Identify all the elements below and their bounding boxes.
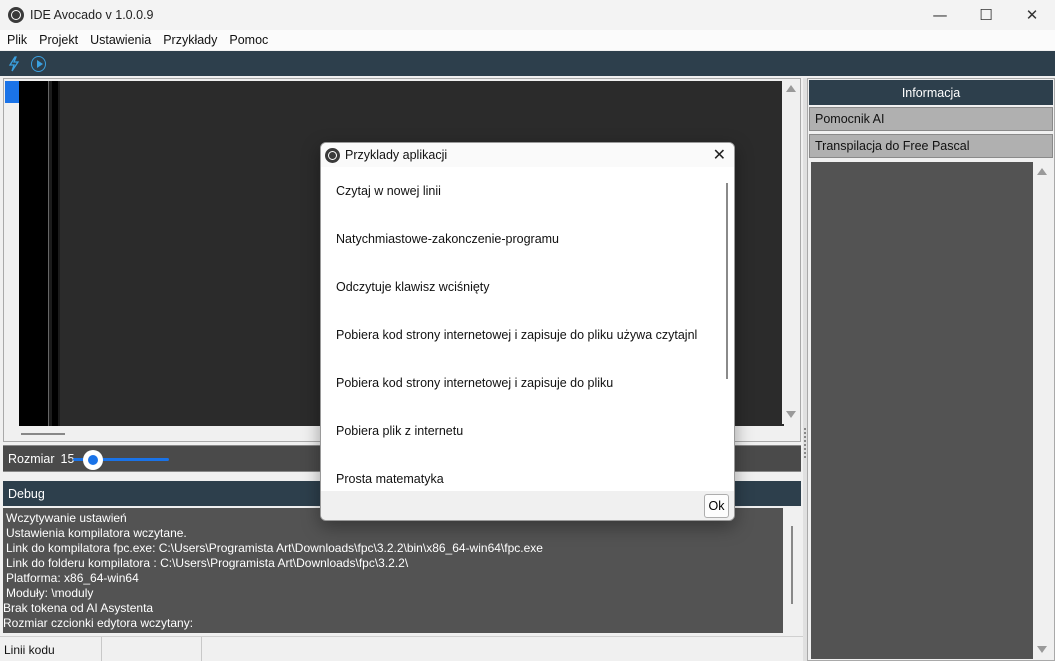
- line-number-gutter: [19, 81, 48, 426]
- status-lines-of-code: Linii kodu: [0, 637, 102, 661]
- info-scrollbar[interactable]: [1033, 162, 1051, 659]
- scroll-down-icon[interactable]: [786, 411, 796, 418]
- log-line: Rozmiar czcionki edytora wczytany:: [3, 616, 194, 630]
- ai-helper-button[interactable]: Pomocnik AI: [809, 107, 1053, 131]
- list-item[interactable]: Pobiera kod strony internetowej i zapisu…: [321, 359, 734, 407]
- menu-plik[interactable]: Plik: [0, 33, 33, 47]
- ok-button[interactable]: Ok: [704, 494, 729, 518]
- log-line: Link do kompilatora fpc.exe: C:\Users\Pr…: [6, 541, 543, 555]
- menu-projekt[interactable]: Projekt: [33, 33, 84, 47]
- toolbar: [0, 51, 1055, 76]
- menu-pomoc[interactable]: Pomoc: [223, 33, 274, 47]
- list-item[interactable]: Odczytuje klawisz wciśnięty: [321, 263, 734, 311]
- hscroll-thumb[interactable]: [21, 433, 65, 435]
- dialog-title-bar: Przyklady aplikacji ✕: [321, 143, 734, 167]
- scroll-up-icon[interactable]: [786, 85, 796, 92]
- dialog-footer: Ok: [321, 491, 734, 520]
- list-item[interactable]: Pobiera kod strony internetowej i zapisu…: [321, 311, 734, 359]
- debug-log: Wczytywanie ustawień Ustawienia kompilat…: [3, 508, 783, 633]
- window-controls: — ☐ ✕: [917, 0, 1055, 30]
- dialog-close-button[interactable]: ✕: [713, 145, 726, 164]
- dialog-title: Przyklady aplikacji: [345, 148, 448, 162]
- avocado-app-icon: [8, 7, 24, 23]
- title-bar: IDE Avocado v 1.0.0.9 — ☐ ✕: [0, 0, 1055, 30]
- debug-scroll-thumb[interactable]: [791, 526, 793, 604]
- dialog-scroll-thumb[interactable]: [726, 183, 728, 379]
- editor-vertical-scrollbar[interactable]: [782, 79, 800, 424]
- status-cell-3: [202, 637, 803, 661]
- size-label: Rozmiar: [8, 451, 55, 466]
- dialog-scrollbar[interactable]: [720, 167, 734, 491]
- lightning-icon[interactable]: [5, 55, 23, 73]
- examples-list: Czytaj w nowej linii Natychmiastowe-zako…: [321, 167, 734, 491]
- debug-scrollbar[interactable]: [783, 508, 801, 633]
- status-cell-2: [102, 637, 202, 661]
- list-item[interactable]: Natychmiastowe-zakonczenie-programu: [321, 215, 734, 263]
- log-line: Ustawienia kompilatora wczytane.: [6, 526, 187, 540]
- info-header: Informacja: [809, 80, 1053, 105]
- list-item[interactable]: Pobiera plik z internetu: [321, 407, 734, 455]
- maximize-button[interactable]: ☐: [963, 0, 1009, 30]
- scroll-down-icon[interactable]: [1037, 646, 1047, 653]
- splitter-grip[interactable]: [804, 428, 806, 458]
- slider-thumb[interactable]: [83, 450, 103, 470]
- log-line: Brak tokena od AI Asystenta: [3, 601, 154, 615]
- status-bar: Linii kodu: [0, 636, 803, 661]
- info-panel: Informacja Pomocnik AI Transpilacja do F…: [807, 78, 1055, 661]
- scroll-up-icon[interactable]: [1037, 168, 1047, 175]
- line-marker: [5, 81, 19, 103]
- minimize-button[interactable]: —: [917, 0, 963, 30]
- log-line: Moduły: \moduly: [6, 586, 94, 600]
- window-title: IDE Avocado v 1.0.0.9: [30, 8, 154, 22]
- menu-ustawienia[interactable]: Ustawienia: [84, 33, 157, 47]
- menu-przyklady[interactable]: Przykłady: [157, 33, 223, 47]
- menu-bar: Plik Projekt Ustawienia Przykłady Pomoc: [0, 30, 1055, 50]
- list-item[interactable]: Prosta matematyka: [321, 455, 734, 491]
- avocado-app-icon: [325, 147, 340, 163]
- play-icon: [31, 55, 46, 72]
- list-item[interactable]: Czytaj w nowej linii: [321, 167, 734, 215]
- info-list[interactable]: [811, 162, 1033, 659]
- free-pascal-transpile-button[interactable]: Transpilacja do Free Pascal: [809, 134, 1053, 158]
- examples-dialog: Przyklady aplikacji ✕ Czytaj w nowej lin…: [320, 142, 735, 521]
- log-line: Platforma: x86_64-win64: [6, 571, 139, 585]
- run-button[interactable]: [28, 55, 46, 73]
- close-window-button[interactable]: ✕: [1009, 0, 1055, 30]
- fold-gutter-inner: [52, 81, 58, 426]
- log-line: Link do folderu kompilatora : C:\Users\P…: [6, 556, 409, 570]
